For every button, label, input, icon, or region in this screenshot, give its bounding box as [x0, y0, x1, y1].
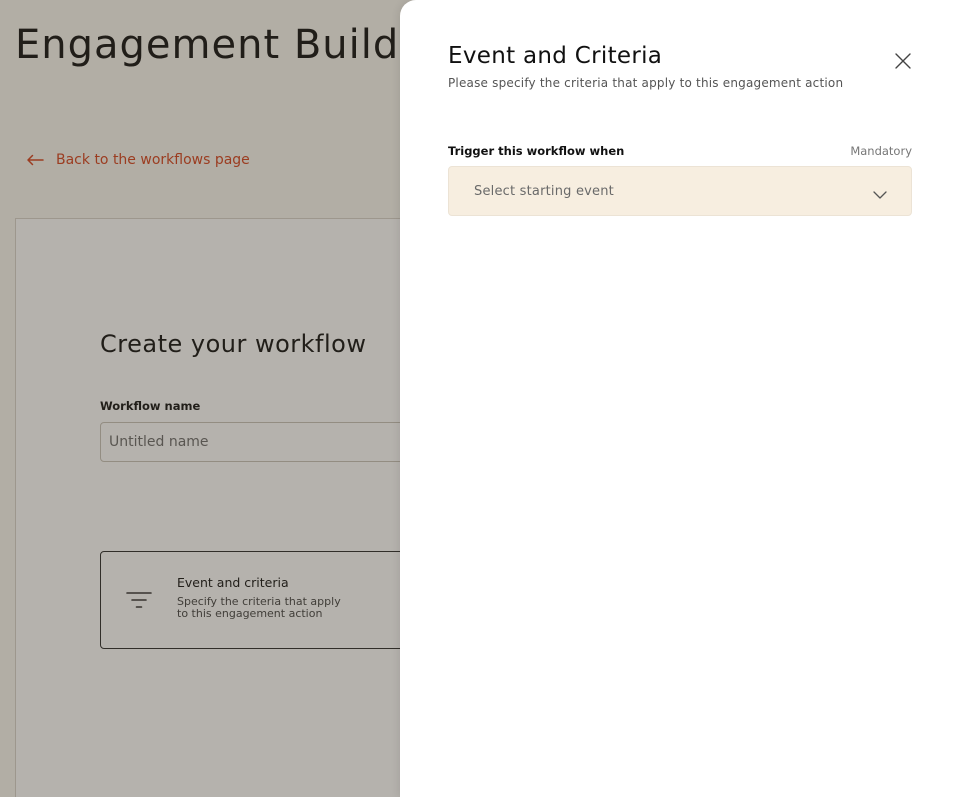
event-criteria-panel: Event and Criteria Please specify the cr… — [400, 0, 961, 797]
close-button[interactable] — [892, 52, 914, 74]
panel-title: Event and Criteria — [448, 43, 663, 69]
starting-event-placeholder: Select starting event — [474, 184, 614, 199]
mandatory-hint: Mandatory — [850, 144, 912, 158]
panel-subtitle: Please specify the criteria that apply t… — [448, 76, 844, 90]
close-icon — [894, 52, 912, 74]
chevron-down-icon — [873, 185, 887, 204]
trigger-field-label: Trigger this workflow when — [448, 144, 625, 158]
starting-event-select[interactable]: Select starting event — [448, 166, 912, 216]
